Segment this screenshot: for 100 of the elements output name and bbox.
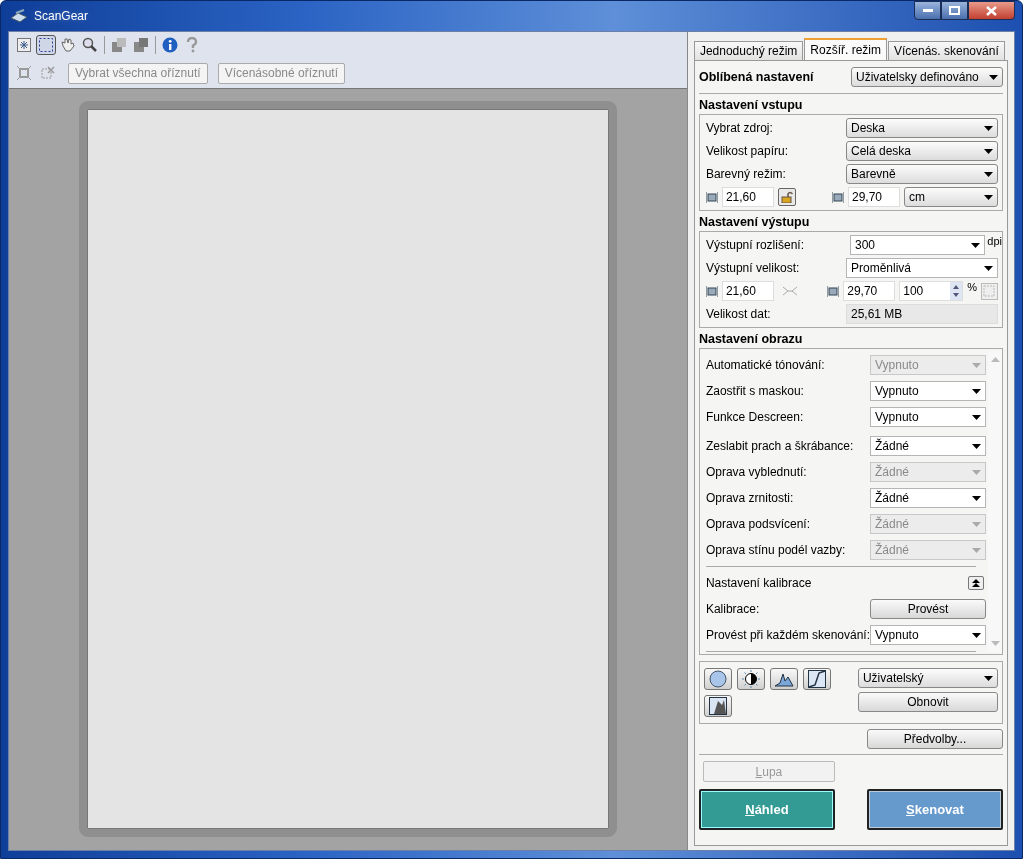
dropdown[interactable]: 300 [850,235,986,255]
preferences-button[interactable]: Předvolby... [867,729,1003,749]
minimize-icon [922,8,933,13]
toolbar-button[interactable] [36,35,56,55]
section-heading: Nastavení vstupu [698,97,804,114]
toolbar-button[interactable] [131,35,151,55]
hand-icon [60,37,76,53]
caret-icon [984,148,993,154]
tab[interactable]: Rozšíř. režim [804,38,887,60]
favorite-settings-label: Oblíbená nastavení [698,70,814,84]
caret-icon [972,521,981,527]
field-label: Zaostřit s maskou: [705,384,805,398]
tab[interactable]: Jednoduchý režim [693,41,804,60]
tone-curve-icon [807,670,826,688]
field-label: Barevný režim: [705,167,787,181]
field-label: Oprava stínu podél vazby: [705,543,847,557]
crop-remove-icon [41,66,55,80]
dropdown[interactable]: Proměnlivá [846,258,998,278]
dropdown[interactable]: Vypnuto [870,625,986,645]
search-icon [82,37,98,53]
brightness-icon [741,670,760,688]
rotate-icon [133,37,149,53]
section-heading: Nastavení obrazu [698,331,804,348]
maximize-button[interactable] [941,1,968,20]
run-calibration-button[interactable]: Provést [870,599,986,619]
caret-icon [984,194,993,200]
unit-label: dpi [987,235,1002,247]
sparkle-frame-icon [17,38,31,52]
scale-spinbox[interactable]: 100 [899,281,964,301]
caret-icon [984,265,993,271]
adjust-button[interactable] [703,695,732,717]
maximize-icon [949,6,960,15]
height-field[interactable]: 29,70 [843,281,896,301]
dropdown[interactable]: Vypnuto [870,407,986,427]
dropdown[interactable]: Uživatelsky definováno [851,67,1003,87]
collapse-button[interactable] [968,576,984,590]
dropdown[interactable]: Barevně [846,164,998,184]
toolbar-button[interactable] [160,35,180,55]
minimize-button[interactable] [914,1,941,20]
field-label: Oprava podsvícení: [705,517,811,531]
info-icon [162,37,178,53]
caret-icon [971,242,981,248]
section-heading: Nastavení výstupu [698,214,811,231]
caret-icon [972,495,981,501]
swap-icon [781,286,798,296]
height-field[interactable]: 29,70 [848,187,900,207]
caret-icon [972,362,981,368]
threshold-icon [708,697,727,715]
width-field[interactable]: 21,60 [721,187,774,207]
field-label: Velikost papíru: [705,144,789,158]
field-label: Vybrat zdroj: [705,121,774,135]
field-label: Provést při každém skenování: [705,628,870,642]
help-icon [186,37,198,53]
selection-icon [38,37,54,53]
aspect-lock-button[interactable] [777,188,796,206]
field-label: Výstupní velikost: [705,261,801,275]
data-size-value: 25,61 MB [846,304,998,324]
dropdown[interactable]: Celá deska [846,141,998,161]
close-icon [986,5,997,16]
width-field[interactable]: 21,60 [721,281,774,301]
dimension-icon [705,285,718,297]
dropdown[interactable]: Vypnuto [870,381,986,401]
unit-label: % [967,281,977,293]
caret-icon [984,675,993,681]
histogram-icon [773,671,794,687]
collapse-icon [972,579,980,587]
caret-icon [972,632,981,638]
field-label: Automatické tónování: [705,358,826,372]
fit-frame-icon [981,282,998,300]
dimension-icon [827,285,840,297]
caret-icon [972,443,981,449]
caret-icon [989,74,998,80]
dropdown[interactable]: Žádné [870,436,986,456]
adjust-button[interactable] [736,668,765,690]
toolbar-button[interactable] [14,35,34,55]
caret-icon [972,388,981,394]
tab[interactable]: Vícenás. skenování [888,41,1005,60]
field-label: Oprava zrnitosti: [705,491,795,505]
caret-icon [984,171,993,177]
crop-icon [17,66,31,80]
adjust-button[interactable] [769,668,798,690]
field-label: Velikost dat: [705,307,772,321]
adjust-button[interactable] [703,668,732,690]
reset-button[interactable]: Obnovit [857,692,998,712]
spin-arrows-icon [950,282,963,300]
dropdown[interactable]: Deska [846,118,998,138]
dropdown[interactable]: cm [904,187,998,207]
dropdown[interactable]: Uživatelský [857,668,998,688]
dimension-icon [832,191,844,203]
dropdown[interactable]: Žádné [870,488,986,508]
field-label: Funkce Descreen: [705,410,805,424]
caret-icon [972,547,981,553]
circle-icon [708,670,727,688]
close-button[interactable] [968,1,1015,20]
adjust-button[interactable] [802,668,831,690]
field-label: Kalibrace: [705,602,761,616]
scanner-icon [10,9,28,23]
dimension-icon [705,191,718,203]
field-label: Oprava vyblednutí: [705,465,808,479]
window-title: ScanGear [34,9,89,23]
